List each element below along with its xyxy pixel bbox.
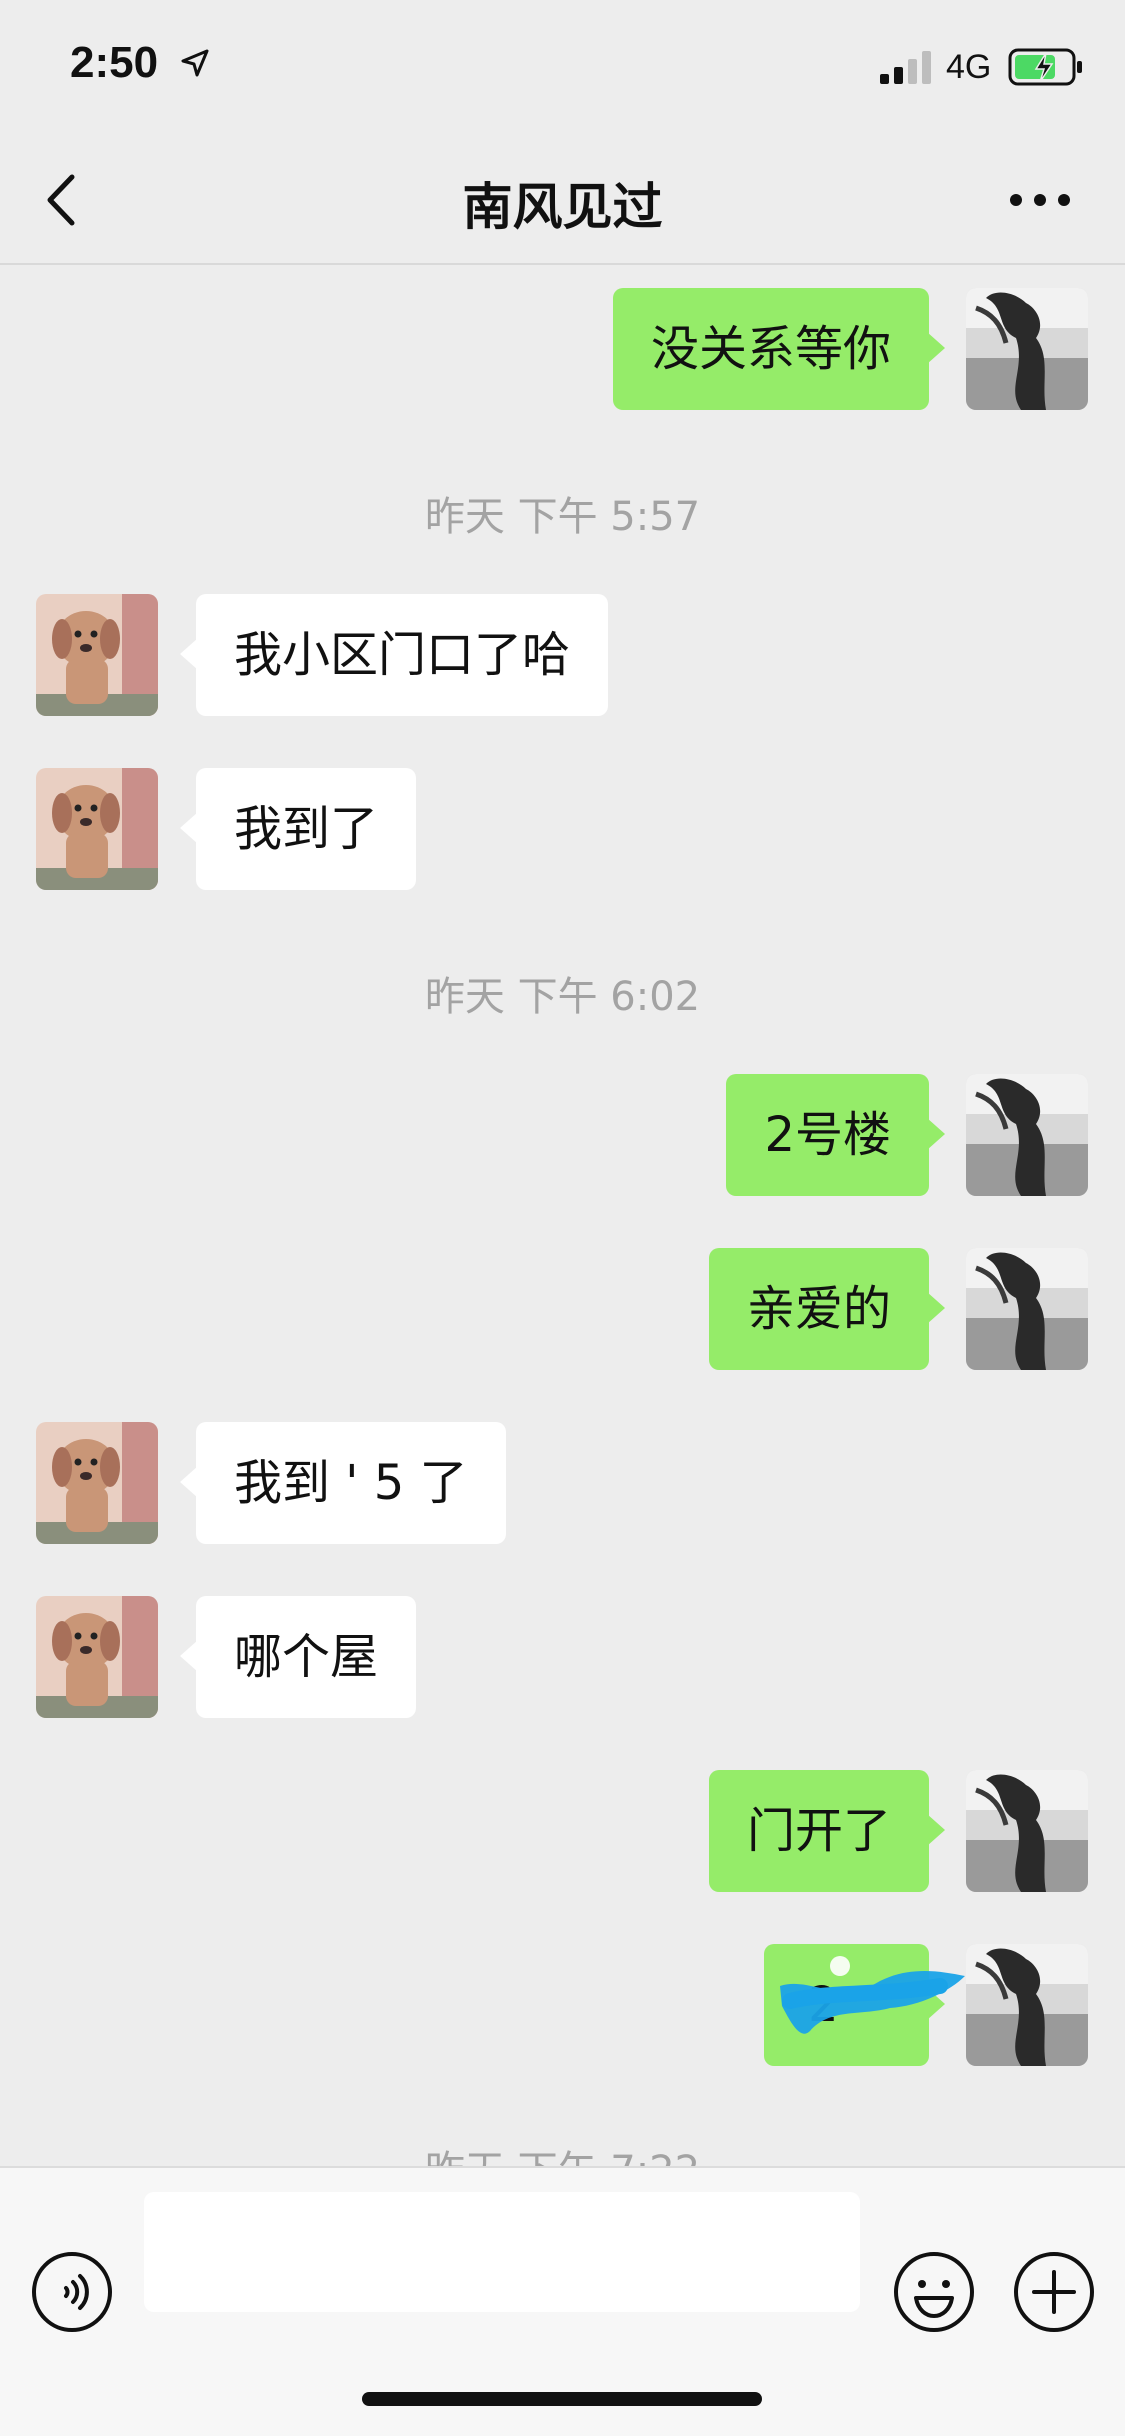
chat-title: 南风见过 <box>462 178 663 236</box>
signal-bars-icon <box>880 51 931 84</box>
message-bubble-outgoing[interactable]: 门开了 <box>708 1770 946 1892</box>
message-text: 没关系等你 <box>650 321 891 377</box>
my-avatar[interactable] <box>966 288 1088 410</box>
message-bubble-outgoing[interactable]: 2号楼 <box>726 1074 945 1196</box>
battery-charging-icon <box>1008 48 1082 86</box>
plus-circle-icon[interactable] <box>1012 2250 1096 2334</box>
message-bubble-incoming[interactable]: 我小区门口了哈 <box>179 594 609 716</box>
timestamp: 昨天 下午 5:57 <box>424 494 701 540</box>
contact-avatar[interactable] <box>36 594 158 716</box>
nav-bar: 南风见过 <box>0 135 1125 265</box>
message-text: 门开了 <box>746 1803 891 1859</box>
message-bubble-incoming[interactable]: 我到 ' 5 了 <box>180 1422 506 1544</box>
location-arrow-icon <box>181 49 209 77</box>
contact-avatar[interactable] <box>36 768 158 890</box>
message-text: 我到了 <box>234 801 379 857</box>
message-bubble-outgoing[interactable]: 亲爱的 <box>708 1248 946 1370</box>
message-text: 哪个屋 <box>234 1629 379 1685</box>
contact-avatar[interactable] <box>36 1596 158 1718</box>
network-label: 4G <box>946 48 992 86</box>
message-input[interactable] <box>144 2192 860 2312</box>
status-bar: 2:50 4G <box>0 0 1125 135</box>
home-indicator[interactable] <box>362 2392 762 2406</box>
timestamp: 昨天 下午 7:22 <box>0 2138 1125 2166</box>
message-bubble-incoming[interactable]: 哪个屋 <box>179 1596 417 1718</box>
timestamp: 昨天 下午 6:02 <box>424 974 701 1020</box>
emoji-icon[interactable] <box>892 2250 976 2334</box>
chat-messages[interactable]: 没关系等你 昨天 下午 5:57 我小区门口了哈 我到了 昨天 下午 6:02 … <box>0 266 1125 2166</box>
message-bubble-incoming[interactable]: 我到了 <box>179 768 417 890</box>
message-text: 亲爱的 <box>746 1281 891 1337</box>
my-avatar[interactable] <box>966 1248 1088 1370</box>
message-bubble-outgoing[interactable]: 没关系等你 <box>612 288 946 410</box>
contact-avatar[interactable] <box>36 1422 158 1544</box>
status-time: 2:50 <box>70 38 159 87</box>
my-avatar[interactable] <box>966 1944 1088 2066</box>
more-dots-icon[interactable] <box>1000 165 1080 235</box>
my-avatar[interactable] <box>966 1074 1088 1196</box>
scribble-redaction <box>780 1956 965 2034</box>
message-text: 2号楼 <box>764 1107 891 1163</box>
message-text: 我到 ' 5 了 <box>234 1455 468 1511</box>
voice-icon[interactable] <box>30 2250 114 2334</box>
my-avatar[interactable] <box>966 1770 1088 1892</box>
message-text: 我小区门口了哈 <box>234 627 571 683</box>
